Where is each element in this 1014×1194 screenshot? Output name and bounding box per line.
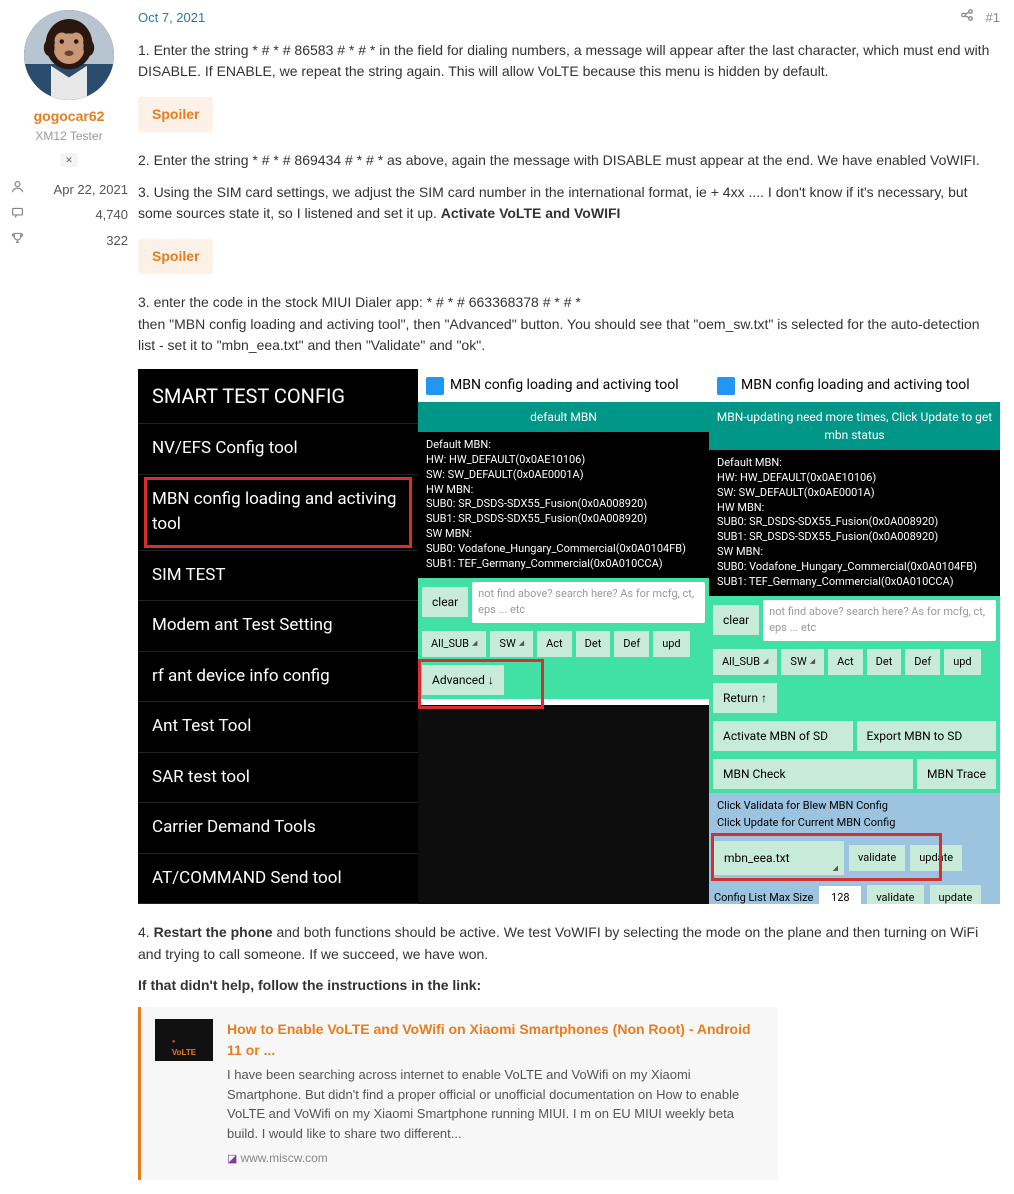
mbn-info: Default MBN: HW: HW_DEFAULT(0x0AE10106) … [418,432,709,578]
spoiler-button[interactable]: Spoiler [138,239,213,274]
card-thumbnail: ●VoLTE [155,1019,213,1061]
tool-button: Act [828,649,863,676]
post-date-link[interactable]: Oct 7, 2021 [138,8,205,28]
mbn-dropdown: mbn_eea.txt [714,841,844,875]
tool-button: Activate MBN of SD [713,721,853,751]
link-preview-card[interactable]: ●VoLTE How to Enable VoLTE and VoWifi on… [138,1007,778,1180]
config-label: Config List Max Size [714,890,813,904]
person-icon [10,180,24,198]
tool-button: All_SUB [713,649,777,676]
status-bar: default MBN [418,402,709,432]
reaction-score: 322 [106,231,128,251]
user-badge: ✕ [60,153,78,167]
list-item: AT/COMMAND Send tool [138,853,418,904]
messages-icon [10,206,24,224]
post-header: Oct 7, 2021 #1 [138,8,1000,28]
status-bar: MBN-updating need more times, Click Upda… [709,402,1000,450]
post-content: Oct 7, 2021 #1 1. Enter the string * # *… [138,0,1014,1194]
tool-button: All_SUB [422,631,486,658]
message-count: 4,740 [95,205,128,225]
list-item: Modem ant Test Setting [138,600,418,651]
card-title[interactable]: How to Enable VoLTE and VoWifi on Xiaomi… [227,1019,764,1061]
user-stats: Apr 22, 2021 4,740 322 [10,177,128,254]
card-description: I have been searching across internet to… [227,1065,764,1143]
user-column: gogocar62 XM12 Tester ✕ Apr 22, 2021 4,7… [0,0,138,1194]
username-link[interactable]: gogocar62 [10,106,128,127]
paragraph-4: 3. enter the code in the stock MIUI Dial… [138,292,1000,357]
tool-button: Act [537,631,572,658]
paragraph-1: 1. Enter the string * # * # 86583 # * # … [138,40,1000,83]
info-text: Click Validata for Blew MBN Config Click… [709,793,1000,836]
tool-button: MBN Trace [917,759,996,789]
tool-button: SW [781,649,824,676]
tool-button: Def [905,649,940,676]
validate-button: validate [867,885,923,904]
tool-button: Det [867,649,902,676]
clear-button: clear [713,605,759,635]
list-item: Carrier Demand Tools [138,802,418,853]
tool-header: MBN config loading and activing tool [709,369,1000,402]
forum-post: gogocar62 XM12 Tester ✕ Apr 22, 2021 4,7… [0,0,1014,1194]
update-button: update [930,885,982,904]
tool-button: SW [490,631,533,658]
list-item: NV/EFS Config tool [138,423,418,474]
paragraph-3: 3. Using the SIM card settings, we adjus… [138,182,1000,225]
app-icon [426,377,444,395]
tool-header: MBN config loading and activing tool [418,369,709,402]
trophy-icon [10,231,24,249]
search-input: not find above? search here? As for mcfg… [472,582,705,623]
tool-button: upd [944,649,980,676]
app-icon [717,377,735,395]
paragraph-2: 2. Enter the string * # * # 869434 # * #… [138,150,1000,172]
tool-button: upd [653,631,689,658]
update-button: update [910,845,962,872]
paragraph-5: 4. Restart the phone and both functions … [138,922,1000,965]
list-item: SAR test tool [138,752,418,803]
list-item: rf ant device info config [138,651,418,702]
card-source: www.miscw.com [227,1149,764,1168]
screenshot-panel-2: MBN config loading and activing tool def… [418,369,709,904]
mbn-info: Default MBN: HW: HW_DEFAULT(0x0AE10106) … [709,450,1000,596]
user-title: XM12 Tester [10,127,128,145]
share-icon[interactable] [960,10,978,25]
list-item: Ant Test Tool [138,701,418,752]
screenshot-image[interactable]: SMART TEST CONFIG NV/EFS Config tool MBN… [138,369,1000,904]
size-input: 128 [819,886,861,904]
list-item-highlighted: MBN config loading and activing tool [138,474,418,550]
avatar[interactable] [24,10,114,100]
advanced-button: Advanced ↓ [422,665,504,695]
list-item: Diag Command Send Tool [138,903,418,904]
tool-button: Export MBN to SD [857,721,997,751]
screenshot-panel-1: SMART TEST CONFIG NV/EFS Config tool MBN… [138,369,418,904]
config-title: SMART TEST CONFIG [138,369,418,423]
tool-button: MBN Check [713,759,913,789]
search-input: not find above? search here? As for mcfg… [763,600,996,641]
post-number-link[interactable]: #1 [986,10,1000,25]
spoiler-button[interactable]: Spoiler [138,97,213,132]
tool-button: Det [576,631,611,658]
list-item: SIM TEST [138,550,418,601]
tool-button: Def [614,631,649,658]
return-button: Return ↑ [713,683,777,713]
clear-button: clear [422,587,468,617]
screenshot-panel-3: MBN config loading and activing tool MBN… [709,369,1000,904]
paragraph-6: If that didn't help, follow the instruct… [138,975,1000,997]
validate-button: validate [849,845,905,872]
join-date: Apr 22, 2021 [54,180,128,200]
